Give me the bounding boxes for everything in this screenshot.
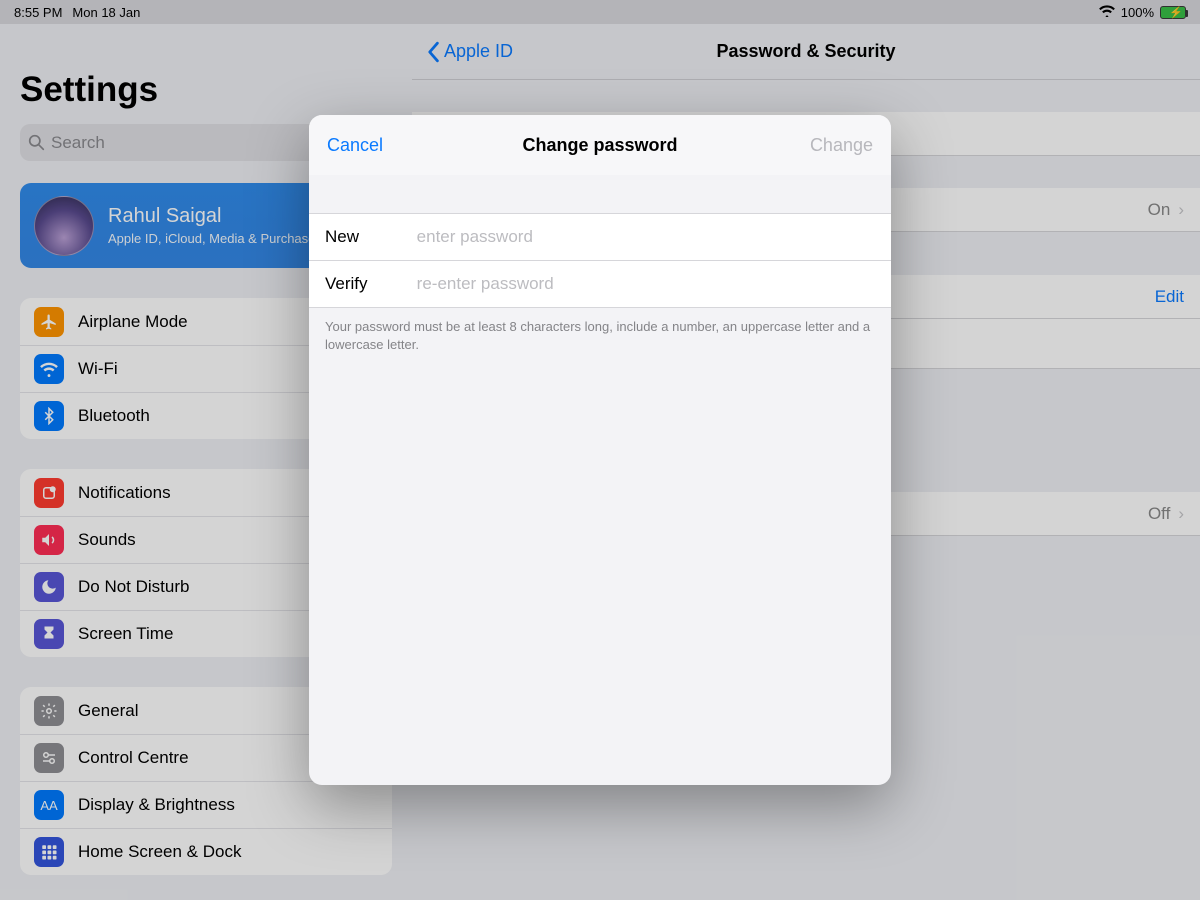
verify-password-row: Verify xyxy=(309,261,891,308)
modal-title: Change password xyxy=(309,135,891,156)
new-password-row: New xyxy=(309,214,891,261)
change-button[interactable]: Change xyxy=(810,135,873,156)
change-password-modal: Cancel Change password Change New Verify… xyxy=(309,115,891,785)
verify-password-input[interactable] xyxy=(417,274,875,294)
cancel-button[interactable]: Cancel xyxy=(327,135,383,156)
password-hint: Your password must be at least 8 charact… xyxy=(309,308,891,363)
new-password-input[interactable] xyxy=(417,227,875,247)
